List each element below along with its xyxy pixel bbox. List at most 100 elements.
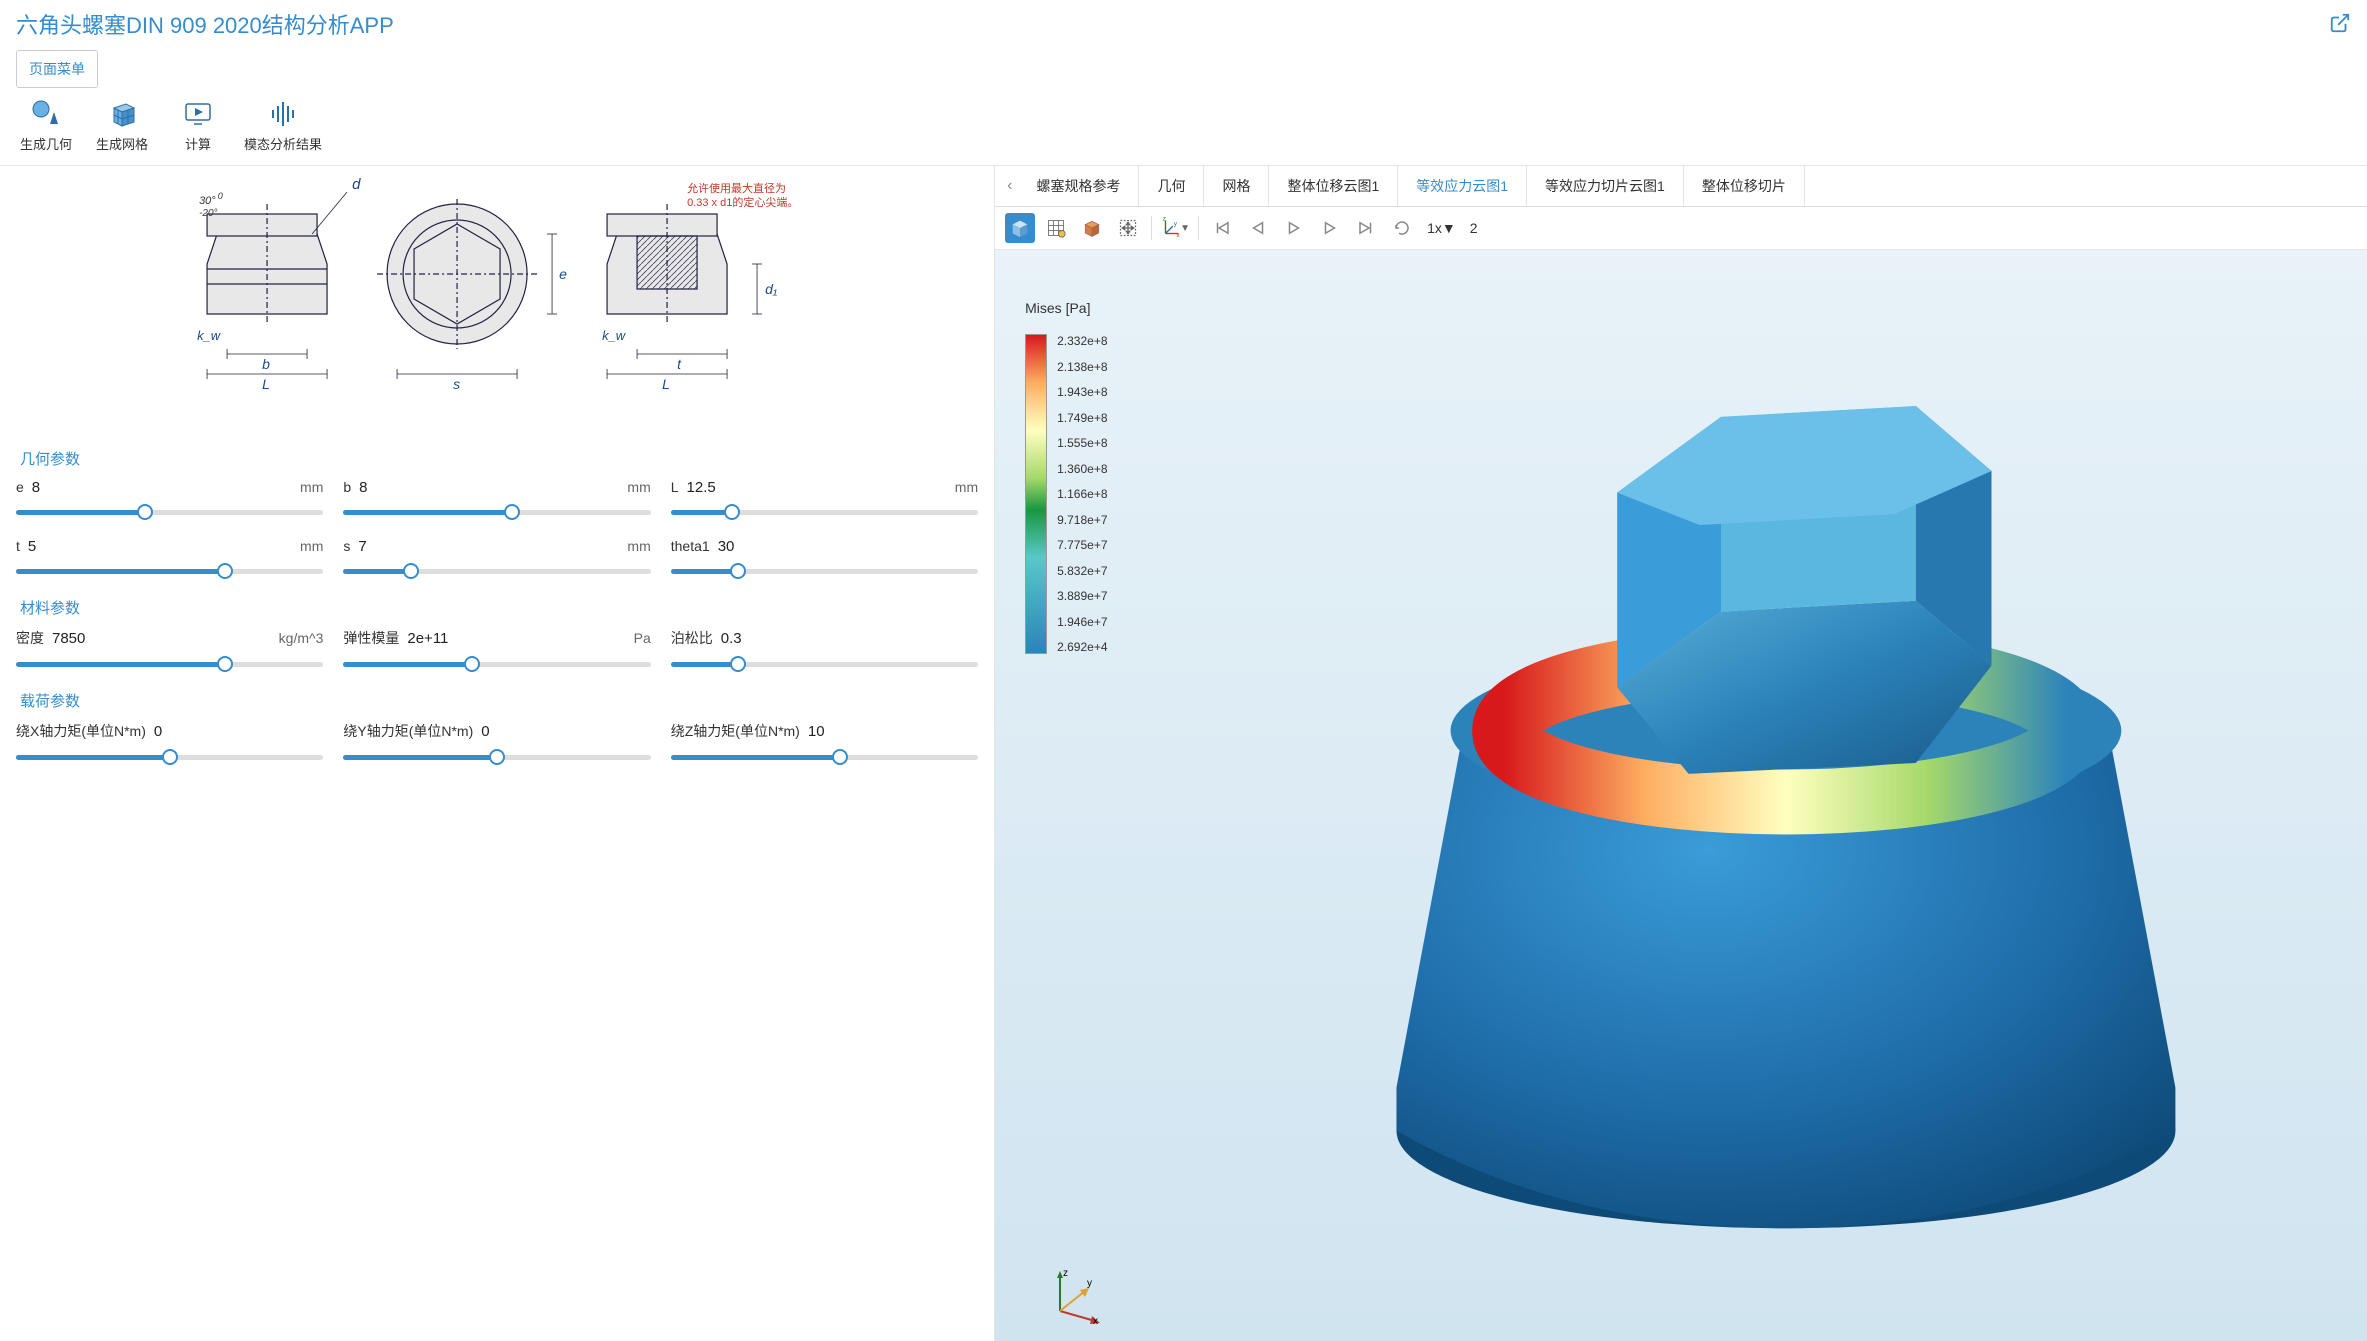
slider-e[interactable] <box>16 502 323 522</box>
legend-tick: 3.889e+7 <box>1057 589 1107 603</box>
frame-speed-selector[interactable]: 1x▼ <box>1423 220 1460 236</box>
svg-text:e: e <box>559 266 567 282</box>
slider-mz[interactable] <box>671 747 978 767</box>
param-unit: mm <box>627 479 650 495</box>
param-label-s: s <box>343 538 350 554</box>
legend-colorbar <box>1025 334 1047 654</box>
axis-selector-button[interactable]: zxy ▼ <box>1160 213 1190 243</box>
generate-geometry-button[interactable]: 生成几何 <box>16 98 76 153</box>
geometry-section-title: 几何参数 <box>16 448 978 469</box>
anim-next-button[interactable] <box>1315 213 1345 243</box>
tool-label: 生成网格 <box>96 134 148 153</box>
tool-label: 模态分析结果 <box>244 134 322 153</box>
param-label-mz: 绕Z轴力矩(单位N*m) <box>671 721 800 741</box>
tab-displacement-slice[interactable]: 整体位移切片 <box>1684 166 1805 206</box>
legend-tick: 1.943e+8 <box>1057 385 1107 399</box>
slider-my[interactable] <box>343 747 650 767</box>
svg-text:b: b <box>262 356 270 372</box>
param-value-theta1: 30 <box>718 538 735 555</box>
param-value-my: 0 <box>481 723 489 740</box>
svg-text:y: y <box>1174 220 1178 227</box>
slider-t[interactable] <box>16 561 323 581</box>
slider-poisson[interactable] <box>671 654 978 674</box>
param-unit: Pa <box>634 630 651 646</box>
tab-von-mises[interactable]: 等效应力云图1 <box>1398 166 1527 206</box>
popout-icon[interactable] <box>2329 12 2351 37</box>
param-value-young: 2e+11 <box>407 630 448 647</box>
param-value-poisson: 0.3 <box>721 630 742 647</box>
param-label-b: b <box>343 479 351 495</box>
mesh-overlay-button[interactable] <box>1077 213 1107 243</box>
slider-b[interactable] <box>343 502 650 522</box>
param-label-young: 弹性模量 <box>343 628 399 648</box>
anim-play-button[interactable] <box>1279 213 1309 243</box>
slider-mx[interactable] <box>16 747 323 767</box>
tab-spec[interactable]: 螺塞规格参考 <box>1018 166 1139 206</box>
tab-scroll-left[interactable]: ‹ <box>1001 169 1018 203</box>
param-unit: kg/m^3 <box>279 630 324 646</box>
param-unit: mm <box>955 479 978 495</box>
svg-text:z: z <box>1063 1268 1068 1279</box>
compute-button[interactable]: 计算 <box>168 98 228 153</box>
anim-prev-button[interactable] <box>1243 213 1273 243</box>
anim-loop-button[interactable] <box>1387 213 1417 243</box>
svg-text:允许使用最大直径为: 允许使用最大直径为 <box>687 181 786 195</box>
legend-tick: 5.832e+7 <box>1057 564 1107 578</box>
param-unit: mm <box>300 538 323 554</box>
tab-displacement[interactable]: 整体位移云图1 <box>1269 166 1398 206</box>
grid-toggle-button[interactable] <box>1041 213 1071 243</box>
slider-theta1[interactable] <box>671 561 978 581</box>
slider-density[interactable] <box>16 654 323 674</box>
legend-tick: 1.360e+8 <box>1057 462 1107 476</box>
3d-viewer[interactable]: Mises [Pa] 2.332e+82.138e+81.943e+81.749… <box>995 250 2367 1341</box>
param-label-poisson: 泊松比 <box>671 628 713 648</box>
pan-button[interactable] <box>1113 213 1143 243</box>
mesh-cube-icon <box>106 98 138 130</box>
slider-young[interactable] <box>343 654 650 674</box>
svg-text:d: d <box>352 176 361 193</box>
schematic-drawing: d 30°0 -20° k_w b L s e d₁ k_w t L 允许使用最… <box>16 174 978 434</box>
anim-last-button[interactable] <box>1351 213 1381 243</box>
legend-tick: 1.555e+8 <box>1057 436 1107 450</box>
svg-text:z: z <box>1163 217 1166 223</box>
param-value-b: 8 <box>359 479 367 496</box>
param-value-mx: 0 <box>154 723 162 740</box>
svg-text:t: t <box>677 356 682 372</box>
legend-tick: 1.166e+8 <box>1057 487 1107 501</box>
tab-von-mises-slice[interactable]: 等效应力切片云图1 <box>1527 166 1684 206</box>
page-menu[interactable]: 页面菜单 <box>16 50 98 88</box>
svg-text:30°0: 30°0 <box>199 191 223 207</box>
tool-label: 计算 <box>185 134 211 153</box>
slider-L[interactable] <box>671 502 978 522</box>
tab-mesh[interactable]: 网格 <box>1204 166 1269 206</box>
generate-mesh-button[interactable]: 生成网格 <box>92 98 152 153</box>
axis-triad: z y x <box>1045 1266 1105 1326</box>
sphere-cone-icon <box>30 98 62 130</box>
view-cube-button[interactable] <box>1005 213 1035 243</box>
svg-text:x: x <box>1093 1316 1098 1326</box>
param-value-t: 5 <box>28 538 36 555</box>
param-label-theta1: theta1 <box>671 538 710 554</box>
tab-geometry[interactable]: 几何 <box>1139 166 1204 206</box>
app-title: 六角头螺塞DIN 909 2020结构分析APP <box>16 8 394 40</box>
svg-text:0.33 x d1的定心尖端。: 0.33 x d1的定心尖端。 <box>687 195 798 209</box>
param-unit: mm <box>300 479 323 495</box>
param-label-e: e <box>16 479 24 495</box>
slider-s[interactable] <box>343 561 650 581</box>
modal-results-button[interactable]: 模态分析结果 <box>244 98 322 153</box>
waveform-icon <box>267 98 299 130</box>
svg-text:y: y <box>1087 1278 1092 1289</box>
svg-text:s: s <box>453 376 460 392</box>
anim-first-button[interactable] <box>1207 213 1237 243</box>
play-monitor-icon <box>182 98 214 130</box>
param-label-t: t <box>16 538 20 554</box>
legend-tick: 2.332e+8 <box>1057 334 1107 348</box>
frame-count: 2 <box>1466 220 1482 236</box>
svg-text:k_w: k_w <box>197 328 222 343</box>
legend-title: Mises [Pa] <box>1025 300 1107 316</box>
svg-text:-20°: -20° <box>199 208 217 219</box>
param-value-mz: 10 <box>808 723 825 740</box>
svg-text:d₁: d₁ <box>765 281 778 297</box>
svg-text:L: L <box>662 376 670 392</box>
param-value-e: 8 <box>32 479 40 496</box>
